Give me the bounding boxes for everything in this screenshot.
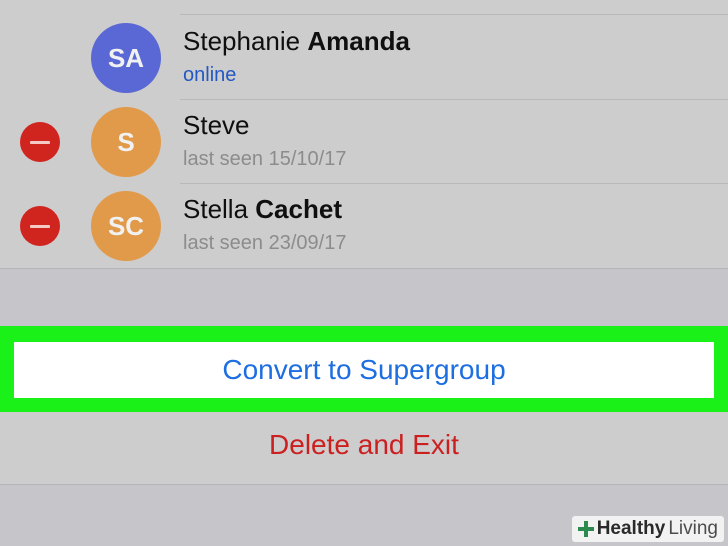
member-first-name: Stella bbox=[183, 194, 249, 224]
divider bbox=[180, 14, 728, 15]
member-name: Stella Cachet bbox=[183, 194, 342, 225]
member-first-name: Stephanie bbox=[183, 26, 301, 56]
minus-circle-icon[interactable] bbox=[20, 206, 60, 246]
avatar-initials: S bbox=[117, 126, 135, 157]
member-last-name: Cachet bbox=[255, 194, 342, 224]
avatar: S bbox=[91, 107, 161, 177]
avatar-initials: SA bbox=[107, 42, 145, 73]
plus-cross-icon bbox=[577, 521, 594, 537]
member-name: Stephanie Amanda bbox=[183, 26, 410, 57]
avatar-initials: SC bbox=[107, 210, 145, 241]
member-row[interactable]: S Steve last seen 15/10/17 bbox=[0, 100, 728, 184]
convert-to-supergroup-button[interactable]: Convert to Supergroup bbox=[14, 342, 714, 398]
member-name: Steve bbox=[183, 110, 250, 141]
minus-circle-icon[interactable] bbox=[20, 122, 60, 162]
member-list: SA Stephanie Amanda online S Steve last … bbox=[0, 0, 728, 269]
member-row[interactable]: SA Stephanie Amanda online bbox=[0, 16, 728, 100]
watermark-brand-light: Living bbox=[668, 518, 718, 539]
delete-and-exit-button[interactable]: Delete and Exit bbox=[0, 412, 728, 478]
watermark-brand-bold: Healthy bbox=[596, 518, 666, 539]
member-last-name: Amanda bbox=[307, 26, 410, 56]
member-row[interactable]: SC Stella Cachet last seen 23/09/17 bbox=[0, 184, 728, 268]
member-status: last seen 15/10/17 bbox=[183, 148, 347, 170]
member-status: online bbox=[183, 64, 237, 86]
member-status: last seen 23/09/17 bbox=[183, 232, 347, 254]
avatar: SA bbox=[91, 23, 161, 93]
watermark: Healthy Living bbox=[571, 516, 724, 542]
member-first-name: Steve bbox=[183, 110, 250, 140]
avatar: SC bbox=[91, 191, 161, 261]
